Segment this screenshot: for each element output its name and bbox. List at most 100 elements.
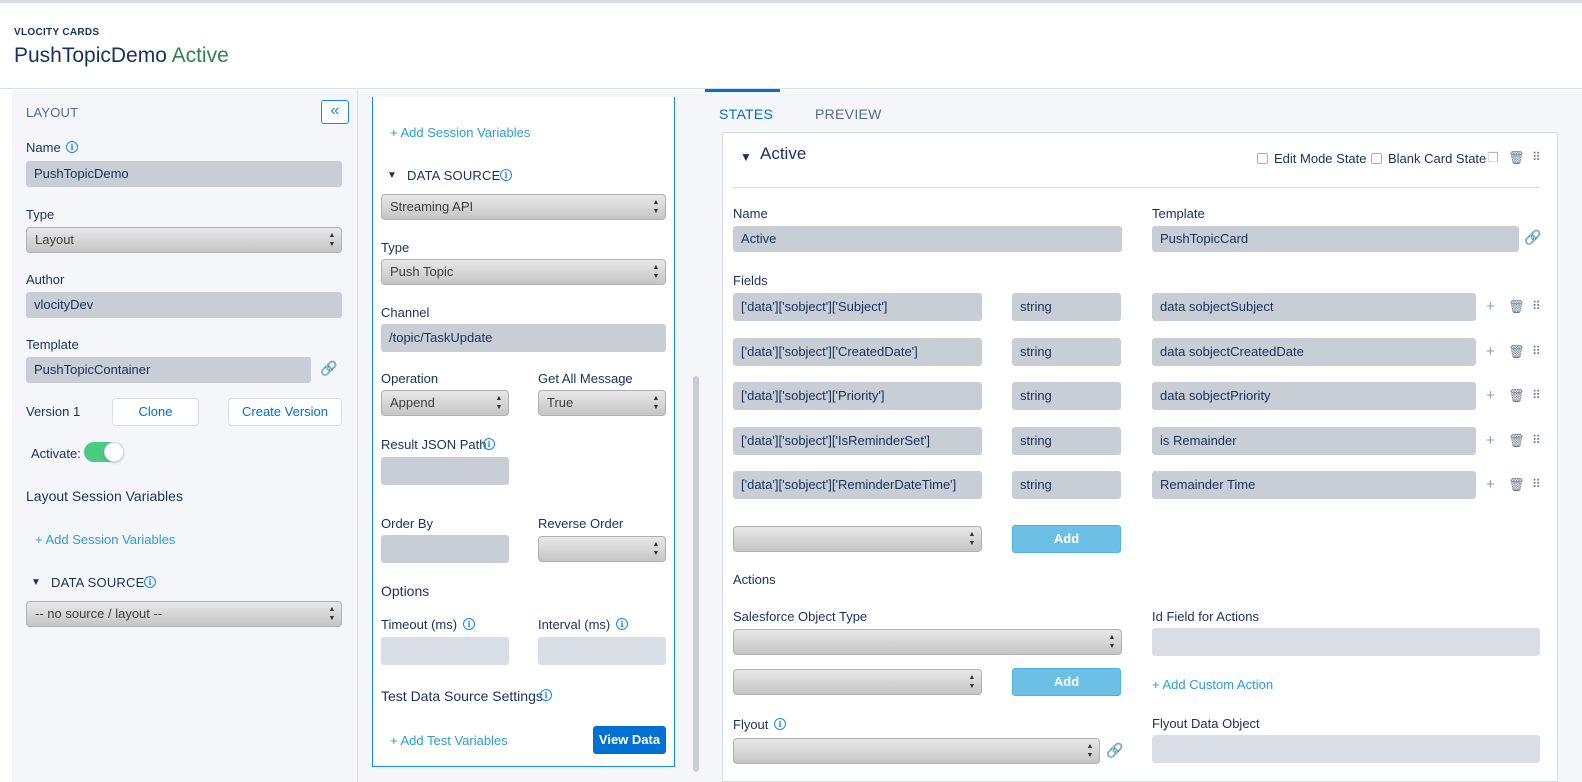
- layout-template-input[interactable]: PushTopicContainer: [26, 357, 311, 383]
- drag-handle-icon[interactable]: ⠿: [1532, 150, 1541, 164]
- field-path-input[interactable]: ['data']['sobject']['ReminderDateTime']: [733, 471, 982, 499]
- get-all-message-select[interactable]: True ▲ ▼: [538, 390, 666, 416]
- copy-icon[interactable]: ❐: [1487, 150, 1499, 166]
- add-field-button[interactable]: Add: [1012, 525, 1121, 553]
- field-label-input[interactable]: data sobjectCreatedDate: [1152, 338, 1476, 366]
- drag-handle-icon[interactable]: ⠿: [1532, 388, 1541, 402]
- channel-input[interactable]: /topic/TaskUpdate: [381, 324, 666, 352]
- info-icon[interactable]: i: [500, 169, 512, 181]
- blank-card-state-checkbox[interactable]: [1371, 153, 1382, 164]
- layout-session-variables-title: Layout Session Variables: [26, 488, 183, 504]
- plus-icon[interactable]: +: [1486, 299, 1495, 315]
- layout-name-input[interactable]: PushTopicDemo: [26, 161, 342, 187]
- flyout-data-object-input[interactable]: [1152, 735, 1540, 763]
- field-type-input[interactable]: string: [1012, 471, 1121, 499]
- trash-icon[interactable]: 🗑: [1508, 388, 1525, 404]
- drag-handle-icon[interactable]: ⠿: [1532, 344, 1541, 358]
- timeout-input[interactable]: [381, 637, 509, 665]
- collapse-panel-button[interactable]: «: [321, 100, 349, 124]
- link-icon[interactable]: 🔗: [1106, 742, 1123, 759]
- plus-icon[interactable]: +: [1486, 388, 1495, 404]
- info-icon[interactable]: i: [616, 618, 628, 630]
- drag-handle-icon[interactable]: ⠿: [1532, 477, 1541, 491]
- field-label-input[interactable]: is Remainder: [1152, 427, 1476, 455]
- view-data-button[interactable]: View Data: [593, 726, 666, 754]
- order-by-input[interactable]: [381, 535, 509, 563]
- reverse-order-label: Reverse Order: [538, 516, 624, 531]
- test-data-source-settings-title: Test Data Source Settings: [381, 688, 543, 704]
- trash-icon[interactable]: 🗑: [1508, 344, 1525, 360]
- collapse-triangle-icon[interactable]: ▼: [31, 577, 41, 588]
- info-icon[interactable]: i: [540, 689, 552, 701]
- clone-button[interactable]: Clone: [112, 398, 199, 426]
- new-field-select[interactable]: ▲ ▼: [733, 526, 982, 552]
- id-field-for-actions-label: Id Field for Actions: [1152, 609, 1259, 624]
- get-all-message-value: True: [547, 395, 574, 410]
- field-path-input[interactable]: ['data']['sobject']['Priority']: [733, 382, 982, 410]
- result-json-path-input[interactable]: [381, 457, 509, 485]
- plus-icon[interactable]: +: [1486, 477, 1495, 493]
- options-title: Options: [381, 583, 430, 599]
- scrollbar[interactable]: [693, 376, 699, 772]
- create-version-button[interactable]: Create Version: [228, 398, 342, 426]
- collapse-triangle-icon[interactable]: ▼: [740, 150, 752, 164]
- plus-icon[interactable]: +: [1486, 344, 1495, 360]
- card-name: PushTopicDemo: [14, 44, 167, 67]
- info-icon[interactable]: i: [66, 141, 78, 153]
- action-select[interactable]: ▲ ▼: [733, 669, 982, 695]
- add-session-variables-link[interactable]: + Add Session Variables: [390, 125, 530, 140]
- trash-icon[interactable]: 🗑: [1508, 150, 1525, 166]
- info-icon[interactable]: i: [144, 576, 156, 588]
- flyout-select[interactable]: ▲ ▼: [733, 738, 1100, 764]
- salesforce-object-type-select[interactable]: ▲ ▼: [733, 629, 1122, 655]
- field-path-input[interactable]: ['data']['sobject']['IsReminderSet']: [733, 427, 982, 455]
- header-divider: [0, 88, 1582, 89]
- layout-data-source-select[interactable]: -- no source / layout -- ▲ ▼: [26, 601, 342, 627]
- data-source-select[interactable]: Streaming API ▲ ▼: [381, 194, 666, 220]
- page-title: PushTopicDemo Active: [14, 44, 229, 68]
- operation-value: Append: [390, 395, 435, 410]
- state-template-input[interactable]: PushTopicCard: [1152, 226, 1519, 252]
- reverse-order-select[interactable]: ▲ ▼: [538, 536, 666, 562]
- active-tab-indicator: [705, 89, 780, 92]
- field-type-input[interactable]: string: [1012, 338, 1121, 366]
- add-layout-session-variables-link[interactable]: + Add Session Variables: [35, 532, 175, 547]
- field-path-input[interactable]: ['data']['sobject']['Subject']: [733, 293, 982, 321]
- trash-icon[interactable]: 🗑: [1508, 477, 1525, 493]
- info-icon[interactable]: i: [483, 438, 495, 450]
- trash-icon[interactable]: 🗑: [1508, 299, 1525, 315]
- field-path-input[interactable]: ['data']['sobject']['CreatedDate']: [733, 338, 982, 366]
- info-icon[interactable]: i: [774, 718, 786, 730]
- tab-preview[interactable]: PREVIEW: [815, 106, 882, 122]
- field-label-input[interactable]: data sobjectSubject: [1152, 293, 1476, 321]
- add-custom-action-link[interactable]: + Add Custom Action: [1152, 677, 1273, 692]
- salesforce-object-type-label: Salesforce Object Type: [733, 609, 868, 624]
- add-action-button[interactable]: Add: [1012, 668, 1121, 696]
- author-input[interactable]: vlocityDev: [26, 292, 342, 318]
- info-icon[interactable]: i: [463, 618, 475, 630]
- field-type-input[interactable]: string: [1012, 427, 1121, 455]
- add-test-variables-link[interactable]: + Add Test Variables: [390, 733, 508, 748]
- link-icon[interactable]: 🔗: [1524, 229, 1541, 246]
- field-label-input[interactable]: data sobjectPriority: [1152, 382, 1476, 410]
- state-template-label: Template: [1152, 206, 1205, 221]
- id-field-for-actions-input[interactable]: [1152, 628, 1540, 656]
- field-type-input[interactable]: string: [1012, 293, 1121, 321]
- source-type-select[interactable]: Push Topic ▲ ▼: [381, 259, 666, 285]
- link-icon[interactable]: 🔗: [320, 360, 337, 377]
- drag-handle-icon[interactable]: ⠿: [1532, 433, 1541, 447]
- state-name-input[interactable]: Active: [733, 226, 1122, 252]
- edit-mode-state-checkbox[interactable]: [1257, 153, 1268, 164]
- trash-icon[interactable]: 🗑: [1508, 433, 1525, 449]
- operation-select[interactable]: Append ▲ ▼: [381, 390, 509, 416]
- field-label-input[interactable]: Remainder Time: [1152, 471, 1476, 499]
- tab-states[interactable]: STATES: [719, 106, 773, 122]
- toggle-knob: [104, 442, 124, 462]
- drag-handle-icon[interactable]: ⠿: [1532, 299, 1541, 313]
- select-arrows-icon: ▲ ▼: [652, 199, 660, 215]
- collapse-triangle-icon[interactable]: ▼: [387, 170, 397, 181]
- layout-type-select[interactable]: Layout ▲ ▼: [26, 227, 342, 253]
- interval-input[interactable]: [538, 637, 666, 665]
- field-type-input[interactable]: string: [1012, 382, 1121, 410]
- plus-icon[interactable]: +: [1486, 433, 1495, 449]
